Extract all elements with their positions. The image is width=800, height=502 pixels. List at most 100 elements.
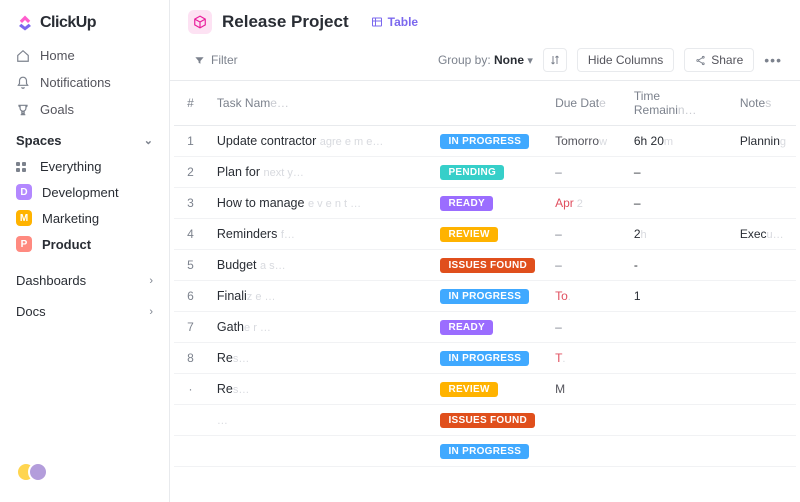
row-num — [174, 405, 207, 436]
table-row[interactable]: 7Gathe r …READY– — [174, 312, 796, 343]
task-name-cell[interactable]: Res… — [207, 343, 431, 374]
status-cell[interactable]: REVIEW — [430, 374, 545, 405]
notes-cell[interactable] — [730, 374, 796, 405]
filter-button[interactable]: Filter — [188, 49, 244, 71]
time-cell[interactable]: – — [624, 188, 730, 219]
status-cell[interactable]: READY — [430, 312, 545, 343]
page-title: Release Project — [222, 12, 349, 32]
task-name-cell[interactable]: Finaliz e … — [207, 281, 431, 312]
due-cell[interactable]: M — [545, 374, 624, 405]
due-cell[interactable]: Apr 2 — [545, 188, 624, 219]
time-cell[interactable]: 6h 20m — [624, 126, 730, 157]
task-name-cell[interactable] — [207, 436, 431, 467]
notes-cell[interactable]: Execu… — [730, 219, 796, 250]
task-name-cell[interactable]: Plan for next y… — [207, 157, 431, 188]
due-cell[interactable]: – — [545, 219, 624, 250]
status-cell[interactable]: IN PROGRESS — [430, 281, 545, 312]
project-icon[interactable] — [188, 10, 212, 34]
table-row[interactable]: …ISSUES FOUND — [174, 405, 796, 436]
due-cell[interactable]: Tomorrow — [545, 126, 624, 157]
nav-notifications-label: Notifications — [40, 75, 111, 90]
status-cell[interactable]: IN PROGRESS — [430, 343, 545, 374]
sidebar-space-marketing[interactable]: MMarketing — [0, 205, 169, 231]
due-cell[interactable]: – — [545, 312, 624, 343]
docs-label: Docs — [16, 304, 46, 319]
table-row[interactable]: 5Budget a s…ISSUES FOUND–- — [174, 250, 796, 281]
sidebar-space-development[interactable]: DDevelopment — [0, 179, 169, 205]
notes-cell[interactable] — [730, 343, 796, 374]
notes-cell[interactable] — [730, 250, 796, 281]
col-status[interactable] — [430, 81, 545, 126]
task-name-cell[interactable]: Update contractor agre e m e… — [207, 126, 431, 157]
nav-goals[interactable]: Goals — [0, 96, 169, 123]
due-cell[interactable]: – — [545, 157, 624, 188]
table-row[interactable]: 6Finaliz e …IN PROGRESSTo.1 — [174, 281, 796, 312]
view-table[interactable]: Table — [371, 15, 418, 29]
col-due-date[interactable]: Due Date — [545, 81, 624, 126]
task-name-cell[interactable]: Budget a s… — [207, 250, 431, 281]
table-row[interactable]: IN PROGRESS — [174, 436, 796, 467]
status-badge: IN PROGRESS — [440, 351, 529, 366]
time-cell[interactable]: 1 — [624, 281, 730, 312]
spaces-header[interactable]: Spaces ⌄ — [0, 123, 169, 154]
col-notes[interactable]: Notes — [730, 81, 796, 126]
table-row[interactable]: 4Reminders f…REVIEW–2hExecu… — [174, 219, 796, 250]
col-time-remaining[interactable]: Time Remainin… — [624, 81, 730, 126]
time-cell[interactable]: - — [624, 250, 730, 281]
table-row[interactable]: ·Res…REVIEWM — [174, 374, 796, 405]
status-cell[interactable]: ISSUES FOUND — [430, 405, 545, 436]
task-name-cell[interactable]: Reminders f… — [207, 219, 431, 250]
notes-cell[interactable]: Planning — [730, 126, 796, 157]
due-cell[interactable]: T. — [545, 343, 624, 374]
table-row[interactable]: 8Res…IN PROGRESST. — [174, 343, 796, 374]
col-num[interactable]: # — [174, 81, 207, 126]
task-name-cell[interactable]: … — [207, 405, 431, 436]
table-scroll[interactable]: # Task Name… Due Date Time Remainin… Not… — [170, 81, 800, 467]
notes-cell[interactable] — [730, 312, 796, 343]
time-cell[interactable]: 2h — [624, 219, 730, 250]
due-cell[interactable] — [545, 436, 624, 467]
hide-columns-button[interactable]: Hide Columns — [577, 48, 674, 72]
table-row[interactable]: 2Plan for next y…PENDING–– — [174, 157, 796, 188]
status-cell[interactable]: ISSUES FOUND — [430, 250, 545, 281]
time-cell[interactable] — [624, 436, 730, 467]
more-button[interactable]: ••• — [764, 52, 782, 68]
time-cell[interactable] — [624, 312, 730, 343]
notes-cell[interactable] — [730, 405, 796, 436]
time-cell[interactable]: – — [624, 157, 730, 188]
status-cell[interactable]: IN PROGRESS — [430, 436, 545, 467]
row-num: 7 — [174, 312, 207, 343]
sidebar-space-product[interactable]: PProduct — [0, 231, 169, 257]
notes-cell[interactable] — [730, 436, 796, 467]
status-cell[interactable]: PENDING — [430, 157, 545, 188]
share-button[interactable]: Share — [684, 48, 754, 72]
status-cell[interactable]: IN PROGRESS — [430, 126, 545, 157]
sidebar-item-dashboards[interactable]: Dashboards › — [0, 265, 169, 296]
table-row[interactable]: 3How to manage e v e n t …READYApr 2– — [174, 188, 796, 219]
nav-notifications[interactable]: Notifications — [0, 69, 169, 96]
task-name-cell[interactable]: Res… — [207, 374, 431, 405]
status-cell[interactable]: REVIEW — [430, 219, 545, 250]
task-name-cell[interactable]: How to manage e v e n t … — [207, 188, 431, 219]
notes-cell[interactable] — [730, 157, 796, 188]
sidebar-item-everything[interactable]: Everything — [0, 154, 169, 179]
filter-label: Filter — [211, 53, 238, 67]
due-cell[interactable]: To. — [545, 281, 624, 312]
user-avatars[interactable] — [0, 452, 169, 494]
col-task-name[interactable]: Task Name… — [207, 81, 431, 126]
time-cell[interactable] — [624, 343, 730, 374]
logo[interactable]: ClickUp — [0, 8, 169, 42]
table-row[interactable]: 1Update contractor agre e m e…IN PROGRES… — [174, 126, 796, 157]
notes-cell[interactable] — [730, 188, 796, 219]
status-cell[interactable]: READY — [430, 188, 545, 219]
sidebar-item-docs[interactable]: Docs › — [0, 296, 169, 327]
sort-button[interactable] — [543, 48, 567, 72]
task-name-cell[interactable]: Gathe r … — [207, 312, 431, 343]
notes-cell[interactable] — [730, 281, 796, 312]
due-cell[interactable] — [545, 405, 624, 436]
time-cell[interactable] — [624, 374, 730, 405]
groupby-selector[interactable]: Group by: None ▾ — [438, 53, 533, 67]
time-cell[interactable] — [624, 405, 730, 436]
due-cell[interactable]: – — [545, 250, 624, 281]
nav-home[interactable]: Home — [0, 42, 169, 69]
